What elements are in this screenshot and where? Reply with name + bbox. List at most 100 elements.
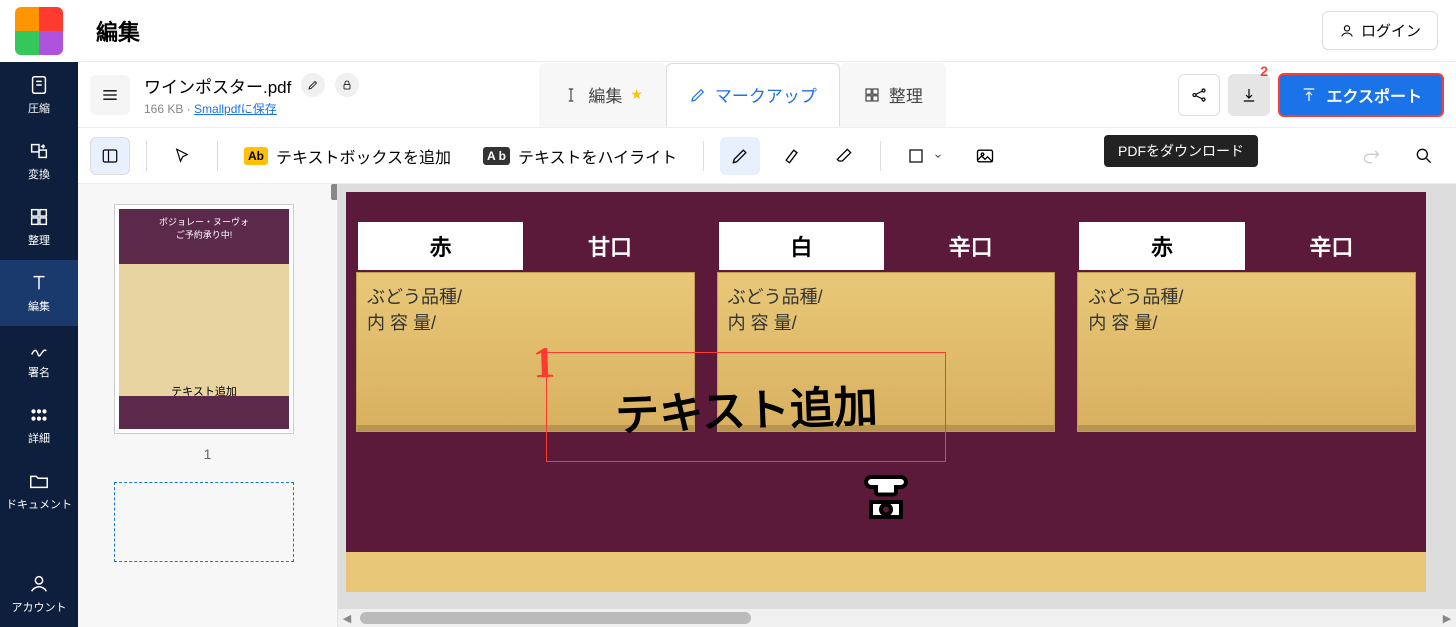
hamburger-icon: [100, 85, 120, 105]
nav-documents[interactable]: ドキュメント: [0, 458, 78, 524]
wine-text: 内 容 量/: [728, 309, 1045, 335]
file-bar: ワインポスター.pdf 166 KB · Smallpdfに保存 編集 ★ マー…: [78, 62, 1456, 128]
dots-icon: [28, 404, 50, 426]
panel-toggle[interactable]: [90, 137, 130, 175]
share-icon: [1190, 86, 1208, 104]
nav-edit[interactable]: 編集: [0, 260, 78, 326]
pointer-icon: [173, 147, 191, 165]
share-button[interactable]: [1178, 74, 1220, 116]
sign-icon: [28, 338, 50, 360]
eraser-icon: [834, 146, 854, 166]
pdf-page[interactable]: 赤 甘口 ぶどう品種/ 内 容 量/ 白 辛口 ぶどう品種/ 内: [346, 192, 1426, 592]
tab-label: 整理: [889, 82, 923, 107]
user-icon: [28, 573, 50, 595]
redo-button[interactable]: [1352, 137, 1392, 175]
handwrite-text: テキスト追加: [614, 370, 879, 443]
image-tool[interactable]: [965, 137, 1005, 175]
pointer-tool[interactable]: [163, 137, 201, 175]
wine-color: 赤: [1077, 220, 1246, 272]
upload-icon: [1300, 86, 1318, 104]
tab-markup[interactable]: マークアップ: [666, 63, 840, 127]
nav-account[interactable]: アカウント: [0, 561, 78, 627]
highlight-tool[interactable]: A b テキストをハイライト: [473, 137, 687, 175]
shape-tool[interactable]: [897, 137, 953, 175]
text-cursor-icon: [562, 86, 580, 104]
add-page-placeholder[interactable]: [114, 482, 294, 562]
freehand-tool[interactable]: [720, 137, 760, 175]
scroll-right-arrow[interactable]: ▶: [1438, 612, 1456, 625]
search-icon: [1414, 146, 1434, 166]
marker-icon: [782, 146, 802, 166]
nav-label: アカウント: [12, 599, 67, 615]
lock-icon: [341, 79, 353, 91]
wine-card: 赤 辛口 ぶどう品種/ 内 容 量/: [1077, 220, 1416, 432]
tab-organize[interactable]: 整理: [840, 63, 946, 127]
folder-icon: [28, 470, 50, 492]
nav-label: 変換: [28, 166, 50, 182]
thumb-hand: テキスト追加: [119, 383, 289, 399]
wine-taste: 辛口: [1247, 220, 1416, 272]
wine-color: 赤: [356, 220, 525, 272]
export-button[interactable]: エクスポート: [1278, 73, 1444, 117]
page-thumbnail[interactable]: ボジョレー・ヌーヴォ ご予約承り中! テキスト追加: [114, 204, 294, 434]
logo-wrap: [0, 0, 78, 62]
pencil-icon: [689, 86, 707, 104]
add-textbox-tool[interactable]: Ab テキストボックスを追加: [234, 137, 461, 175]
menu-button[interactable]: [90, 75, 130, 115]
save-link[interactable]: Smallpdfに保存: [194, 102, 277, 116]
freehand-annotation[interactable]: 1 テキスト追加: [546, 352, 946, 462]
grid-icon: [863, 86, 881, 104]
file-info: ワインポスター.pdf 166 KB · Smallpdfに保存: [144, 73, 359, 117]
nav-compress[interactable]: 圧縮: [0, 62, 78, 128]
tool-label: テキストボックスを追加: [276, 144, 451, 168]
scroll-left-arrow[interactable]: ◀: [338, 612, 356, 625]
chevron-down-icon: [933, 151, 943, 161]
nav-more[interactable]: 詳細: [0, 392, 78, 458]
page-title: 編集: [96, 15, 140, 47]
download-tooltip: PDFをダウンロード: [1104, 135, 1258, 167]
convert-icon: [28, 140, 50, 162]
app-logo[interactable]: [15, 7, 63, 55]
thumbnail-panel: ボジョレー・ヌーヴォ ご予約承り中! テキスト追加 1: [78, 184, 338, 627]
wine-taste: 甘口: [525, 220, 694, 272]
pencil-icon: [307, 79, 319, 91]
nav-organize[interactable]: 整理: [0, 194, 78, 260]
wine-text: ぶどう品種/: [367, 283, 684, 309]
wine-color: 白: [717, 220, 886, 272]
file-name: ワインポスター.pdf: [144, 73, 291, 98]
file-size: 166 KB: [144, 102, 183, 116]
rename-button[interactable]: [301, 73, 325, 97]
wine-text: 内 容 量/: [367, 309, 684, 335]
scroll-thumb[interactable]: [360, 612, 751, 624]
tab-edit[interactable]: 編集 ★: [539, 63, 666, 127]
text-icon: [28, 272, 50, 294]
workspace: ボジョレー・ヌーヴォ ご予約承り中! テキスト追加 1 赤 甘口 ぶどう品種/: [78, 184, 1456, 627]
login-button[interactable]: ログイン: [1322, 11, 1438, 50]
download-button[interactable]: [1228, 74, 1270, 116]
login-label: ログイン: [1361, 20, 1421, 41]
search-button[interactable]: [1404, 137, 1444, 175]
lock-button[interactable]: [335, 73, 359, 97]
left-sidebar: 圧縮 変換 整理 編集 署名 詳細 ドキュメント アカウント: [0, 0, 78, 627]
wine-text: ぶどう品種/: [728, 283, 1045, 309]
nav-convert[interactable]: 変換: [0, 128, 78, 194]
wine-text: 内 容 量/: [1088, 309, 1405, 335]
grid-icon: [28, 206, 50, 228]
mode-tabs: 編集 ★ マークアップ 整理: [539, 63, 946, 127]
eraser-tool[interactable]: [824, 137, 864, 175]
highlighter-tool[interactable]: [772, 137, 812, 175]
canvas-area: 赤 甘口 ぶどう品種/ 内 容 量/ 白 辛口 ぶどう品種/ 内: [338, 184, 1456, 627]
tool-label: テキストをハイライト: [518, 144, 677, 168]
nav-sign[interactable]: 署名: [0, 326, 78, 392]
nav-label: ドキュメント: [6, 496, 72, 512]
canvas-scroll[interactable]: 赤 甘口 ぶどう品種/ 内 容 量/ 白 辛口 ぶどう品種/ 内: [338, 184, 1456, 609]
horizontal-scrollbar[interactable]: ◀ ▶: [338, 609, 1456, 627]
redo-icon: [1362, 146, 1382, 166]
panel-resize-handle[interactable]: [331, 184, 338, 200]
header-actions: 2 エクスポート PDFをダウンロード: [1178, 73, 1444, 117]
nav-label: 詳細: [28, 430, 50, 446]
tab-label: 編集: [588, 82, 622, 107]
square-icon: [907, 147, 925, 165]
nav-label: 整理: [28, 232, 50, 248]
nav-label: 署名: [28, 364, 50, 380]
